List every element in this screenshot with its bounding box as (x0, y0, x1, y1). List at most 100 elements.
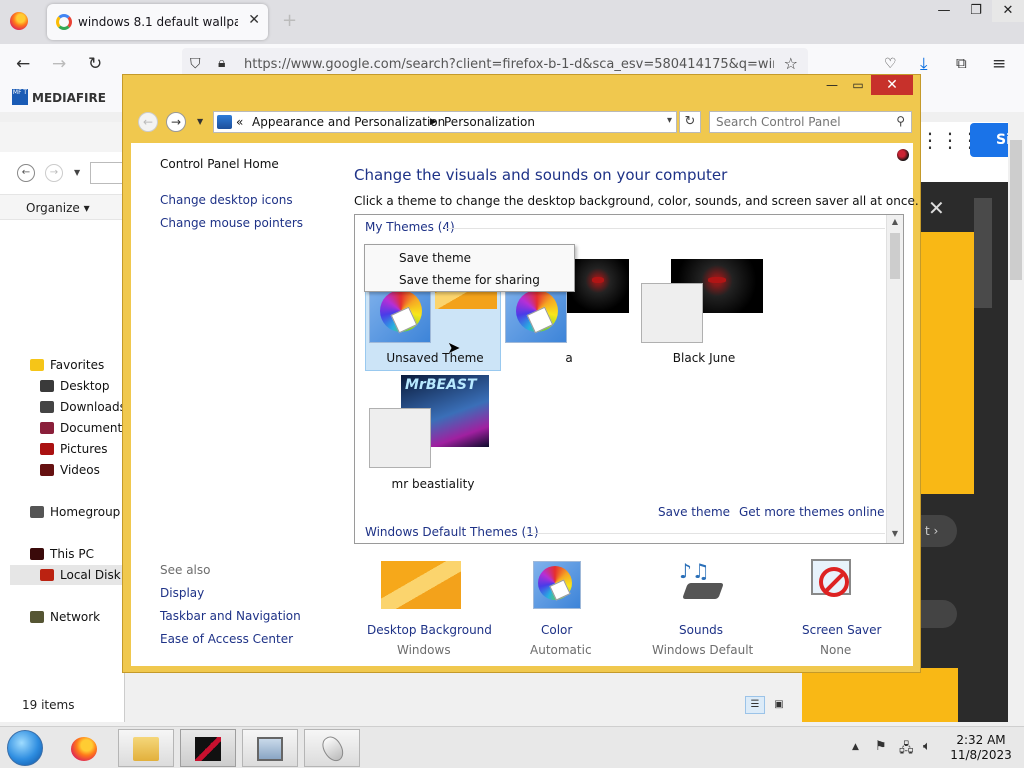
theme-list-scrollbar[interactable]: ▲ ▼ (886, 215, 903, 543)
recent-pages-icon[interactable]: ▼ (197, 117, 203, 126)
get-more-themes-link[interactable]: Get more themes online (739, 505, 885, 519)
menu-save-theme-for-sharing[interactable]: Save theme for sharing (399, 273, 540, 287)
address-dropdown-icon[interactable]: ▾ (667, 115, 672, 126)
theme-black-june[interactable]: Black June (641, 259, 771, 369)
theme-list-scroll-thumb[interactable] (890, 233, 900, 279)
tree-favorites[interactable]: Favorites (30, 358, 104, 372)
next-button[interactable]: t › (919, 515, 957, 547)
close-icon[interactable]: ✕ (992, 0, 1024, 22)
tree-label: Network (50, 610, 101, 624)
desktop-icon (40, 380, 54, 392)
tray-overflow-icon[interactable]: ▲ (852, 742, 859, 752)
ease-of-access-link[interactable]: Ease of Access Center (160, 632, 293, 646)
default-themes-header[interactable]: Windows Default Themes (1) (365, 525, 539, 539)
extensions-icon[interactable]: ⧉ (956, 54, 967, 72)
taskbar-control-panel[interactable] (242, 729, 298, 767)
search-icon[interactable]: ⚲ (896, 114, 905, 128)
start-button[interactable] (7, 730, 43, 766)
explorer-forward-icon[interactable]: → (45, 164, 63, 182)
page-scrollbar[interactable] (1008, 122, 1024, 722)
cp-titlebar[interactable]: — ▭ ✕ (123, 75, 920, 101)
cp-forward-button[interactable]: → (166, 112, 186, 132)
pocket-icon[interactable]: ♡ (884, 56, 897, 72)
display-link[interactable]: Display (160, 586, 204, 600)
tree-downloads[interactable]: Downloads (40, 400, 126, 414)
theme-mr-beastiality[interactable]: MrBEAST mr beastiality (369, 375, 499, 491)
explorer-ribbon (0, 122, 125, 152)
color-link[interactable]: Color (541, 623, 572, 637)
organize-label: Organize (26, 201, 80, 215)
taskbar-mouse-settings[interactable] (304, 729, 360, 767)
explorer-back-icon[interactable]: ← (17, 164, 35, 182)
sounds-link[interactable]: Sounds (679, 623, 723, 637)
lock-icon[interactable]: 🔒︎ (218, 55, 225, 71)
reload-icon[interactable]: ↻ (88, 54, 102, 74)
shield-icon[interactable]: ⛉ (190, 56, 201, 72)
new-tab-icon[interactable]: + (282, 10, 297, 31)
taskbar-firefox[interactable] (56, 729, 112, 767)
tiles-view-icon[interactable]: ▣ (769, 696, 789, 714)
system-clock[interactable]: 2:32 AM 11/8/2023 (950, 733, 1012, 763)
action-center-flag-icon[interactable]: ⚑ (875, 739, 887, 754)
color-setting[interactable]: Color Automatic (497, 553, 617, 657)
taskbar-file-explorer[interactable] (118, 729, 174, 767)
refresh-icon[interactable]: ↻ (679, 111, 701, 133)
back-icon[interactable]: ← (16, 54, 30, 74)
bookmark-star-icon[interactable]: ☆ (784, 54, 798, 73)
tree-pictures[interactable]: Pictures (40, 442, 108, 456)
panel-close-icon[interactable]: ✕ (928, 196, 945, 220)
scroll-up-icon[interactable]: ▲ (887, 217, 903, 226)
change-mouse-pointers-link[interactable]: Change mouse pointers (160, 216, 303, 230)
cp-search-box[interactable]: ⚲ (709, 111, 912, 133)
desktop-background-setting[interactable]: Desktop Background Windows (359, 553, 492, 657)
firefox-icon[interactable] (10, 12, 28, 30)
minimize-icon[interactable]: — (928, 0, 960, 22)
cp-search-input[interactable] (716, 114, 886, 130)
menu-icon[interactable]: ≡ (992, 54, 1006, 74)
help-icon[interactable] (897, 149, 909, 161)
network-icon[interactable]: 🖧︎ (899, 739, 914, 761)
my-themes-header[interactable]: My Themes (4) (365, 220, 455, 234)
tree-videos[interactable]: Videos (40, 463, 100, 477)
sounds-setting[interactable]: ♪♫ Sounds Windows Default (635, 553, 755, 657)
breadcrumb-overflow[interactable]: « (236, 115, 243, 129)
cp-minimize-button[interactable]: — (819, 75, 845, 95)
tree-desktop[interactable]: Desktop (40, 379, 110, 393)
bookmark-mediafire[interactable]: MEDIAFIRE (32, 91, 106, 105)
menu-save-theme[interactable]: Save theme (399, 251, 471, 265)
details-view-icon[interactable]: ☰ (745, 696, 765, 714)
group-divider (445, 228, 885, 229)
desktop-background-link[interactable]: Desktop Background (367, 623, 492, 637)
change-desktop-icons-link[interactable]: Change desktop icons (160, 193, 293, 207)
tree-network[interactable]: Network (30, 610, 100, 624)
breadcrumb-separator-icon[interactable]: ▶ (430, 117, 437, 127)
organize-button[interactable]: Organize ▾ (26, 201, 90, 215)
cp-back-button[interactable]: ← (138, 112, 158, 132)
save-theme-link[interactable]: Save theme (658, 505, 730, 519)
screen-saver-link[interactable]: Screen Saver (802, 623, 881, 637)
url-text[interactable]: https://www.google.com/search?client=fir… (244, 57, 774, 72)
tab-close-icon[interactable]: ✕ (248, 12, 260, 28)
theme-label: mr beastiality (391, 477, 475, 491)
browser-tab[interactable]: windows 8.1 default wallpaper ✕ (47, 4, 268, 40)
scroll-down-icon[interactable]: ▼ (887, 529, 903, 538)
desktop-background-value: Windows (397, 643, 451, 657)
explorer-history-icon[interactable]: ▼ (74, 168, 80, 177)
page-scroll-thumb[interactable] (1010, 140, 1022, 280)
cp-address-bar[interactable]: « Appearance and Personalization ▶ Perso… (213, 111, 677, 133)
volume-icon[interactable]: 🔈︎ (923, 739, 931, 754)
restore-icon[interactable]: ❐ (960, 0, 992, 22)
tree-documents[interactable]: Documents (40, 421, 128, 435)
tree-homegroup[interactable]: Homegroup (30, 505, 120, 519)
cp-close-button[interactable]: ✕ (871, 75, 913, 95)
breadcrumb-personalization[interactable]: Personalization (444, 115, 535, 129)
taskbar-navigation-link[interactable]: Taskbar and Navigation (160, 609, 301, 623)
taskbar-graphics-app[interactable] (180, 729, 236, 767)
control-panel-home-link[interactable]: Control Panel Home (160, 157, 279, 171)
download-icon[interactable]: ⤓ (920, 54, 928, 74)
breadcrumb-appearance[interactable]: Appearance and Personalization (252, 115, 445, 129)
tree-this-pc[interactable]: This PC (30, 547, 94, 561)
screen-saver-setting[interactable]: Screen Saver None (773, 553, 893, 657)
cp-maximize-button[interactable]: ▭ (845, 75, 871, 95)
forward-icon[interactable]: → (52, 54, 66, 74)
